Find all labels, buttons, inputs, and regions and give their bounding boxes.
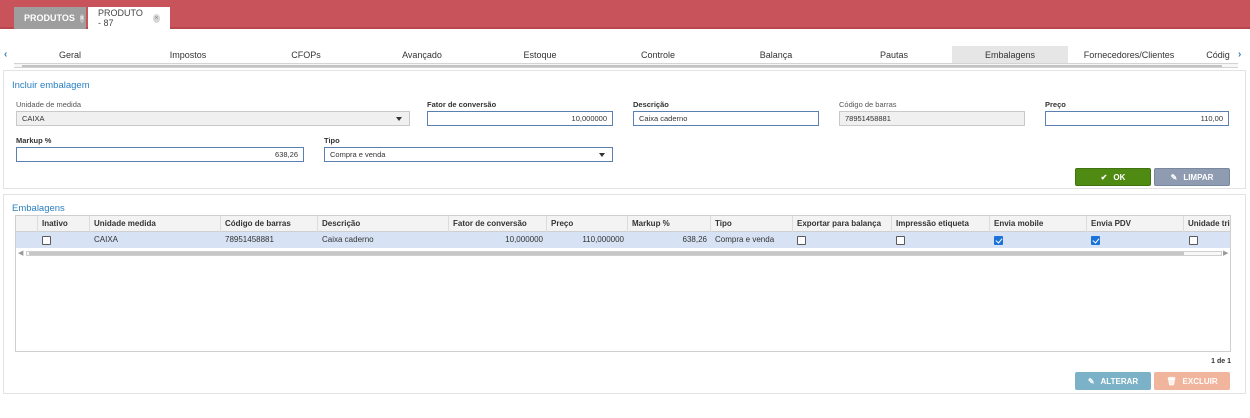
- form-panel: [3, 70, 1246, 189]
- cell-unidade: CAIXA: [94, 235, 119, 244]
- col-fator[interactable]: Fator de conversão: [449, 216, 547, 232]
- cell-fator: 10,000000: [505, 235, 543, 244]
- list-title: Embalagens: [12, 203, 65, 214]
- trash-icon: 🗑: [1166, 376, 1177, 386]
- cell-preco: 110,000000: [582, 235, 624, 244]
- limpar-label: LIMPAR: [1183, 172, 1214, 182]
- unidade-select[interactable]: CAIXA: [16, 111, 410, 126]
- exportar-checkbox[interactable]: [797, 236, 806, 245]
- chevron-down-icon: [396, 117, 402, 121]
- unidade-value: CAIXA: [22, 114, 45, 123]
- tab-produto-label: PRODUTO - 87: [98, 8, 143, 28]
- codigo-label: Código de barras: [839, 100, 897, 109]
- tab-produto-87[interactable]: PRODUTO - 87 ×: [88, 7, 170, 29]
- fator-label: Fator de conversão: [427, 100, 497, 109]
- col-inativo[interactable]: Inativo: [38, 216, 90, 232]
- form-title: Incluir embalagem: [12, 80, 90, 91]
- subtab-scrollbar[interactable]: [14, 63, 1238, 68]
- col-unidade-tri[interactable]: Unidade tri: [1184, 216, 1230, 232]
- close-icon[interactable]: ×: [152, 13, 160, 23]
- cell-markup: 638,26: [682, 235, 707, 244]
- tipo-value: Compra e venda: [330, 150, 386, 159]
- chevron-left-icon[interactable]: ‹: [4, 49, 7, 60]
- embalagens-grid: Inativo Unidade medida Código de barras …: [15, 215, 1231, 352]
- grid-scrollbar[interactable]: ◀ ▶: [16, 249, 1230, 258]
- tipo-select[interactable]: Compra e venda: [324, 147, 613, 162]
- preco-input[interactable]: 110,00: [1045, 111, 1229, 126]
- col-mobile[interactable]: Envia mobile: [990, 216, 1087, 232]
- tipo-label: Tipo: [324, 136, 340, 145]
- codigo-input[interactable]: 78951458881: [839, 111, 1025, 126]
- col-impressao[interactable]: Impressão etiqueta: [892, 216, 990, 232]
- top-tab-bar: PRODUTOS × PRODUTO - 87 ×: [0, 0, 1250, 29]
- close-icon[interactable]: ×: [79, 13, 84, 23]
- cell-descricao: Caixa caderno: [322, 235, 374, 244]
- tab-produtos[interactable]: PRODUTOS ×: [14, 7, 86, 29]
- descricao-label: Descrição: [633, 100, 669, 109]
- inativo-checkbox[interactable]: [42, 236, 51, 245]
- table-row[interactable]: CAIXA 78951458881 Caixa caderno 10,00000…: [16, 232, 1230, 248]
- fator-input[interactable]: 10,000000: [427, 111, 613, 126]
- alterar-label: ALTERAR: [1100, 376, 1139, 386]
- impressao-checkbox[interactable]: [896, 236, 905, 245]
- excluir-button[interactable]: 🗑 EXCLUIR: [1154, 372, 1230, 390]
- cell-tipo: Compra e venda: [715, 235, 775, 244]
- limpar-button[interactable]: ✎ LIMPAR: [1154, 168, 1230, 186]
- col-tipo[interactable]: Tipo: [711, 216, 793, 232]
- scroll-left-icon[interactable]: ◀: [18, 249, 23, 257]
- unidade-tri-checkbox[interactable]: [1189, 236, 1198, 245]
- chevron-right-icon[interactable]: ›: [1238, 49, 1241, 60]
- mobile-checkbox[interactable]: [994, 236, 1003, 245]
- pencil-icon: ✎: [1087, 376, 1095, 386]
- col-pdv[interactable]: Envia PDV: [1087, 216, 1184, 232]
- col-descricao[interactable]: Descrição: [318, 216, 449, 232]
- alterar-button[interactable]: ✎ ALTERAR: [1075, 372, 1151, 390]
- col-markup[interactable]: Markup %: [628, 216, 711, 232]
- col-unidade[interactable]: Unidade medida: [90, 216, 221, 232]
- unidade-label: Unidade de medida: [16, 100, 82, 109]
- col-preco[interactable]: Preço: [547, 216, 628, 232]
- col-exportar[interactable]: Exportar para balança: [793, 216, 892, 232]
- check-icon: ✔: [1100, 172, 1108, 182]
- scroll-right-icon[interactable]: ▶: [1223, 249, 1228, 257]
- preco-label: Preço: [1045, 100, 1066, 109]
- chevron-down-icon: [599, 153, 605, 157]
- pdv-checkbox[interactable]: [1091, 236, 1100, 245]
- tab-produtos-label: PRODUTOS: [24, 13, 75, 23]
- excluir-label: EXCLUIR: [1182, 376, 1218, 386]
- eraser-icon: ✎: [1170, 172, 1178, 182]
- cell-codigo: 78951458881: [225, 235, 274, 244]
- descricao-input[interactable]: Caixa caderno: [633, 111, 819, 126]
- ok-button[interactable]: ✔ OK: [1075, 168, 1151, 186]
- grid-header: Inativo Unidade medida Código de barras …: [16, 216, 1230, 232]
- col-codigo[interactable]: Código de barras: [221, 216, 318, 232]
- markup-label: Markup %: [16, 136, 52, 145]
- ok-label: OK: [1113, 172, 1126, 182]
- pager-text: 1 de 1: [1211, 358, 1231, 365]
- markup-input[interactable]: 638,26: [16, 147, 304, 162]
